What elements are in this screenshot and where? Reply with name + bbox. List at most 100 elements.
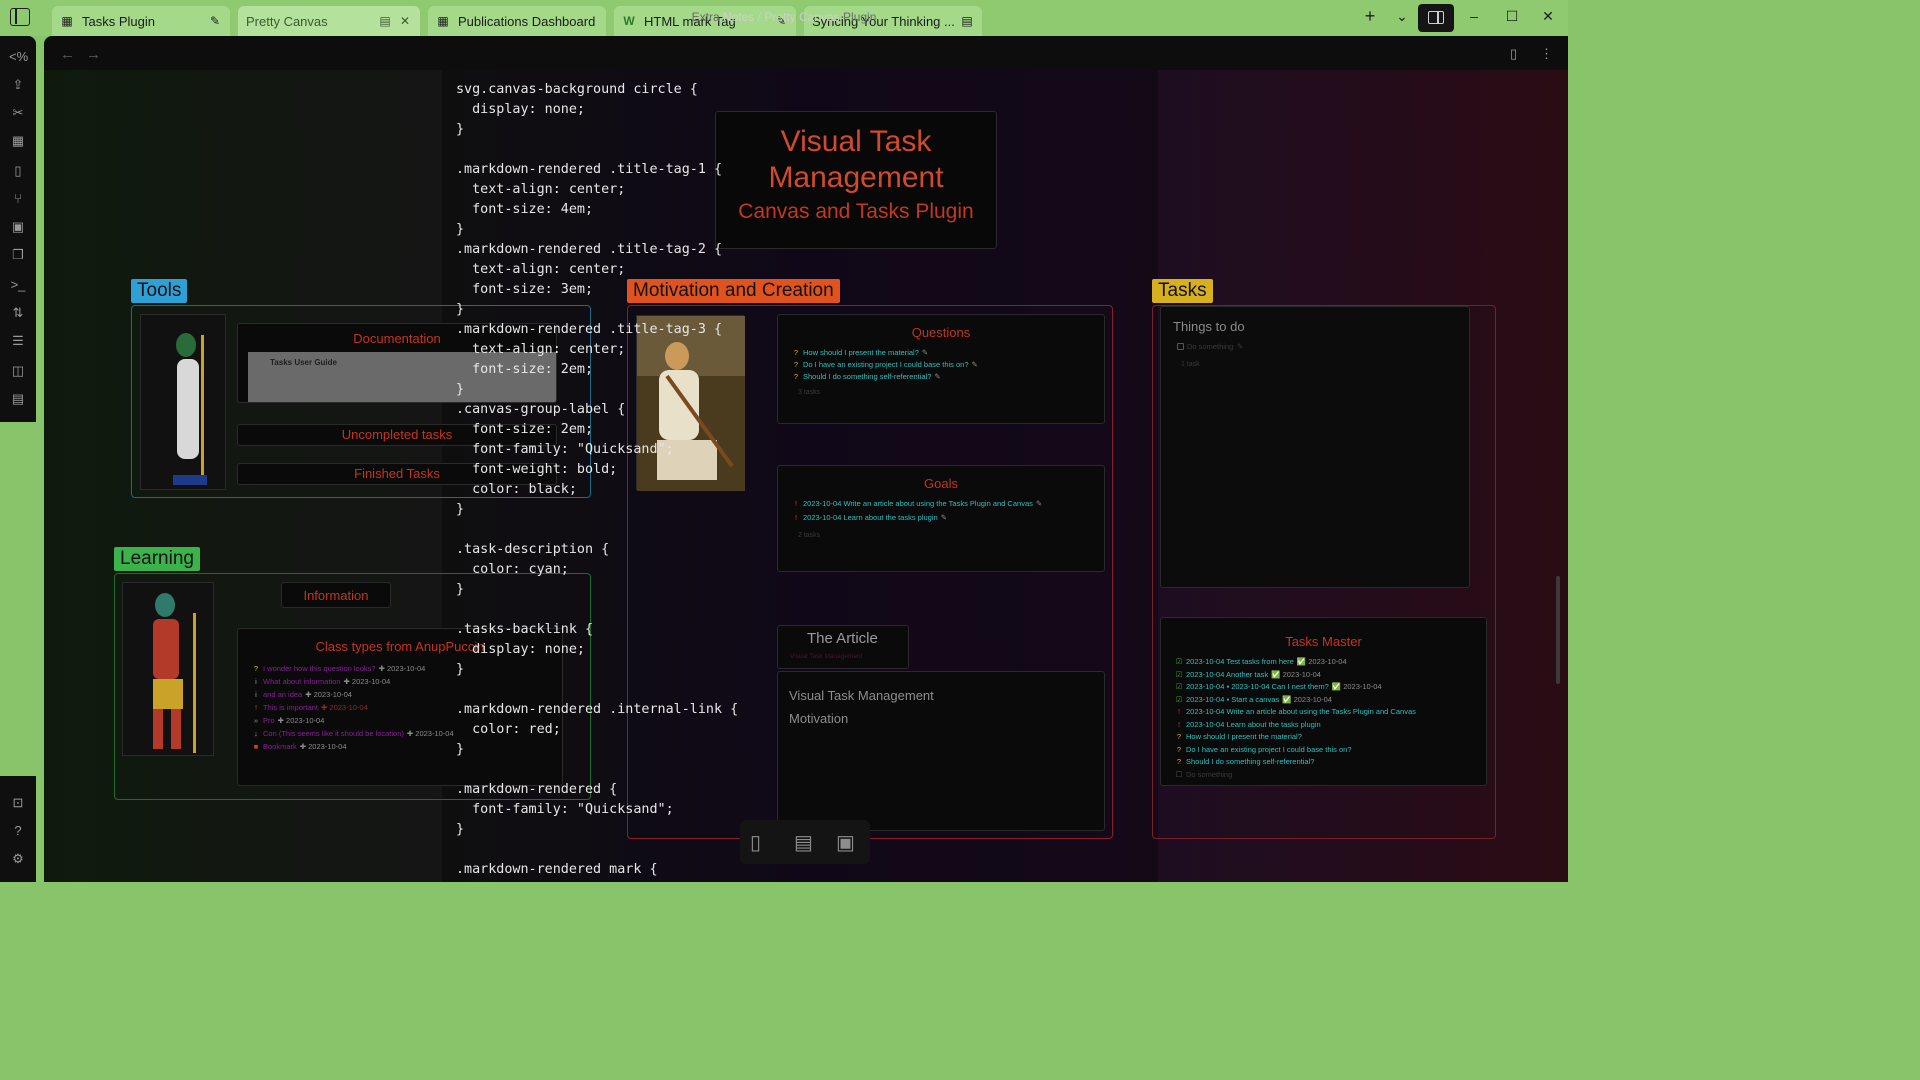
code-line: font-size: 2em; bbox=[456, 362, 594, 377]
task-item[interactable]: ☑ 2023-10-04 Test tasks from here ✅ 2023-1… bbox=[1175, 657, 1486, 666]
terminal-icon[interactable]: >_ bbox=[9, 276, 27, 294]
task-item[interactable]: ! 2023-10-04 Write an article about using… bbox=[1175, 707, 1486, 716]
questions-title: Questions bbox=[911, 325, 971, 340]
task-text: This is important bbox=[263, 703, 319, 712]
task-item[interactable]: ? How should I present the material? bbox=[1175, 732, 1486, 741]
sort-icon[interactable]: ⇅ bbox=[9, 304, 27, 322]
add-media-icon[interactable]: ▣ bbox=[836, 830, 855, 855]
task-status-icon[interactable]: ☑ bbox=[1175, 670, 1183, 679]
add-card-icon[interactable]: ▯ bbox=[750, 830, 761, 855]
pencil-icon[interactable]: ✎ bbox=[1036, 499, 1042, 508]
title-card[interactable]: Visual Task Management Canvas and Tasks … bbox=[715, 111, 997, 249]
pencil-icon[interactable]: ✎ bbox=[972, 360, 978, 369]
back-arrow-icon[interactable]: ← bbox=[60, 46, 75, 63]
goals-card[interactable]: Goals ! 2023-10-04 Write an article about… bbox=[777, 465, 1105, 572]
task-status-icon[interactable]: ☑ bbox=[1175, 695, 1183, 704]
learning-figure-image[interactable] bbox=[122, 582, 214, 756]
folder-move-icon[interactable]: ⇪ bbox=[9, 76, 27, 94]
task-status-icon[interactable]: ! bbox=[1175, 707, 1183, 716]
breadcrumb-path[interactable]: Notes / Pretty Canvas bbox=[723, 10, 840, 24]
task-status-icon[interactable]: ? bbox=[1175, 732, 1183, 741]
calendar-icon[interactable]: ▤ bbox=[9, 390, 27, 408]
title-subtitle: Canvas and Tasks Plugin bbox=[738, 200, 974, 223]
task-text: I wonder how this question looks? bbox=[263, 664, 376, 673]
task-text: Should I do something self-referential? bbox=[1186, 757, 1315, 766]
task-item[interactable]: ! 2023-10-04 Write an article about using… bbox=[792, 499, 1104, 508]
code-line: .markdown-rendered .internal-link { bbox=[456, 702, 739, 717]
pencil-icon[interactable]: ✎ bbox=[934, 372, 940, 381]
group-label-tasks[interactable]: Tasks bbox=[1152, 279, 1213, 303]
task-item[interactable]: ☐ Do something bbox=[1175, 770, 1486, 779]
task-status-icon[interactable]: ? bbox=[252, 664, 260, 673]
task-status-icon[interactable]: ☑ bbox=[1175, 682, 1183, 691]
task-item[interactable]: ? Should I do something self-referential? bbox=[1175, 757, 1486, 766]
task-status-icon[interactable]: ☑ bbox=[1175, 657, 1183, 666]
task-status-icon[interactable]: i bbox=[252, 677, 260, 686]
add-note-icon[interactable]: ▤ bbox=[794, 830, 813, 855]
task-status-icon[interactable]: ? bbox=[792, 348, 800, 357]
task-status-icon[interactable]: ? bbox=[792, 372, 800, 381]
more-options-icon[interactable]: ⋮ bbox=[1540, 46, 1553, 62]
task-status-icon[interactable]: ? bbox=[1175, 745, 1183, 754]
copy-icon[interactable]: ❐ bbox=[9, 246, 27, 264]
article-preview-card[interactable]: Visual Task Management Motivation bbox=[777, 671, 1105, 831]
task-item[interactable]: ? Do I have an existing project I could b… bbox=[1175, 745, 1486, 754]
task-status-icon[interactable]: ☐ bbox=[1175, 770, 1183, 779]
table-icon[interactable]: ▦ bbox=[9, 132, 27, 150]
task-item[interactable]: ? How should I present the material? ✎ bbox=[792, 348, 1104, 357]
task-status-icon[interactable]: ■ bbox=[252, 742, 260, 751]
reading-view-icon[interactable]: ▯ bbox=[1510, 46, 1517, 62]
help-icon[interactable]: ? bbox=[9, 822, 27, 840]
pencil-icon[interactable]: ✎ bbox=[941, 513, 947, 522]
task-item[interactable]: ! 2023-10-04 Learn about the tasks plugin… bbox=[792, 513, 1104, 522]
breadcrumb-faded-right: Plugin bbox=[843, 10, 877, 24]
code-line: color: cyan; bbox=[456, 562, 569, 577]
list-icon[interactable]: ☰ bbox=[9, 332, 27, 350]
tasks-master-card[interactable]: Tasks Master ☑ 2023-10-04 Test tasks from… bbox=[1160, 617, 1487, 786]
task-status-icon[interactable]: ? bbox=[792, 360, 800, 369]
questions-card[interactable]: Questions ? How should I present the mate… bbox=[777, 314, 1105, 424]
task-item[interactable]: ☑ 2023-10-04 ▪ 2023-10-04 Can I nest them… bbox=[1175, 682, 1486, 691]
grid-icon[interactable]: ▣ bbox=[9, 218, 27, 236]
forward-arrow-icon[interactable]: → bbox=[86, 46, 101, 63]
checkbox-icon[interactable] bbox=[1177, 343, 1184, 350]
things-to-do-card[interactable]: Things to do Do something ✎ 1 task bbox=[1160, 306, 1470, 588]
the-article-link[interactable]: Visual Task Management bbox=[790, 653, 908, 660]
graph-icon[interactable]: ⑂ bbox=[9, 190, 27, 208]
task-status-icon[interactable]: ? bbox=[1175, 757, 1183, 766]
tasks-master-list: ☑ 2023-10-04 Test tasks from here ✅ 2023-1… bbox=[1175, 657, 1486, 779]
task-status-icon[interactable]: ! bbox=[1175, 720, 1183, 729]
breadcrumb-faded: Extra bbox=[691, 10, 720, 24]
layout-icon[interactable]: ◫ bbox=[9, 362, 27, 380]
task-item[interactable]: ☑ 2023-10-04 Another task ✅ 2023-10-04 bbox=[1175, 670, 1486, 679]
group-label-tools[interactable]: Tools bbox=[131, 279, 188, 303]
group-label-learning[interactable]: Learning bbox=[114, 547, 200, 571]
pencil-icon[interactable]: ✎ bbox=[1236, 342, 1244, 351]
pencil-icon[interactable]: ✎ bbox=[922, 348, 928, 357]
information-card[interactable]: Information bbox=[281, 582, 391, 608]
the-article-card[interactable]: The Article Visual Task Management bbox=[777, 625, 909, 669]
tools-icon[interactable]: ✂ bbox=[9, 104, 27, 122]
code-line: } bbox=[456, 582, 465, 597]
task-status-icon[interactable]: ! bbox=[792, 499, 800, 508]
file-icon[interactable]: ▯ bbox=[9, 162, 27, 180]
task-status-icon[interactable]: ! bbox=[252, 703, 260, 712]
task-status-icon[interactable]: ! bbox=[792, 513, 800, 522]
task-item[interactable]: ? Should I do something self-referential?… bbox=[792, 372, 1104, 381]
task-status-icon[interactable]: » bbox=[252, 716, 260, 725]
scrollbar[interactable] bbox=[1556, 576, 1560, 684]
task-item[interactable]: ! 2023-10-04 Learn about the tasks plugin bbox=[1175, 720, 1486, 729]
task-text: Do I have an existing project I could ba… bbox=[1186, 744, 1352, 754]
gear-icon[interactable]: ⚙ bbox=[9, 850, 27, 868]
things-item[interactable]: Do something ✎ bbox=[1177, 342, 1469, 351]
task-status-icon[interactable]: i bbox=[252, 690, 260, 699]
tools-figure-image[interactable] bbox=[140, 314, 226, 490]
code-icon[interactable]: <% bbox=[9, 48, 28, 66]
css-snippet-code[interactable]: svg.canvas-background circle { display: … bbox=[456, 80, 738, 880]
done-date: ✅ 2023-10-04 bbox=[1296, 657, 1347, 666]
task-status-icon[interactable]: ↓ bbox=[252, 729, 260, 738]
vault-icon[interactable]: ⊡ bbox=[9, 794, 27, 812]
task-item[interactable]: ? Do I have an existing project I could b… bbox=[792, 360, 1104, 369]
done-date: ✅ 2023-10-04 bbox=[1331, 682, 1382, 691]
task-item[interactable]: ☑ 2023-10-04 ▪ Start a canvas ✅ 2023-10-04 bbox=[1175, 695, 1486, 704]
